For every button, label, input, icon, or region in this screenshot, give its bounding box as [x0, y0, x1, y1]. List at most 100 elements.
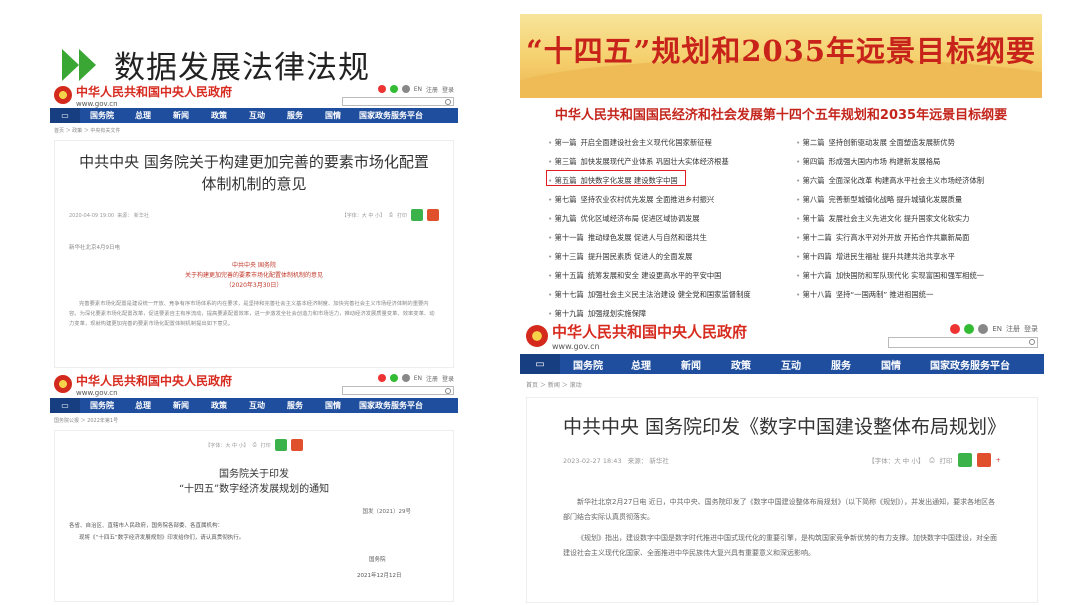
- weibo-share-icon[interactable]: [976, 453, 991, 467]
- chapter-number: 第十二篇: [802, 233, 832, 242]
- nav-item[interactable]: 服务: [276, 400, 314, 411]
- login-link[interactable]: 登录: [442, 85, 454, 94]
- weibo-icon[interactable]: [377, 85, 386, 93]
- nav-item[interactable]: 政策: [200, 400, 238, 411]
- register-link[interactable]: 注册: [426, 374, 438, 383]
- chapter-number: 第十七篇: [554, 290, 584, 299]
- nav-item[interactable]: 国务院: [80, 400, 124, 411]
- weibo-share-icon[interactable]: [290, 439, 303, 451]
- nav-item[interactable]: 服务: [816, 357, 866, 372]
- print-icon[interactable]: ⎙: [253, 442, 257, 448]
- mobile-icon[interactable]: [401, 85, 410, 93]
- plan-chapter-left[interactable]: • 第一篇 开启全面建设社会主义现代化国家新征程: [548, 138, 712, 148]
- plan-chapter-left[interactable]: • 第九篇 优化区域经济布局 促进区域协调发展: [548, 214, 700, 224]
- print-link[interactable]: 打印: [940, 455, 953, 465]
- search-input[interactable]: [888, 337, 1038, 348]
- nav-item[interactable]: 国情: [866, 357, 916, 372]
- plan-chapter-right[interactable]: • 第四篇 形成强大国内市场 构建新发展格局: [796, 157, 940, 167]
- plan-chapter-left[interactable]: • 第十一篇 推动绿色发展 促进人与自然和谐共生: [548, 233, 707, 243]
- doc3-panel: 中华人民共和国中央人民政府 www.gov.cn EN 注册 登录 ▭ 国务院 …: [520, 318, 1044, 605]
- gov-logo[interactable]: 中华人民共和国中央人民政府 www.gov.cn: [526, 321, 747, 351]
- publish-date: 2023-02-27 18:43: [563, 457, 622, 465]
- chapter-number: 第九篇: [554, 214, 577, 223]
- chapter-title: 增进民生福祉 提升共建共治共享水平: [835, 252, 955, 261]
- home-icon[interactable]: ▭: [50, 398, 80, 413]
- plan-chapter-right[interactable]: • 第二篇 坚持创新驱动发展 全面塑造发展新优势: [796, 138, 955, 148]
- nav-item[interactable]: 总理: [124, 110, 162, 121]
- plan-chapter-left[interactable]: • 第三篇 加快发展现代产业体系 巩固壮大实体经济根基: [548, 157, 729, 167]
- home-icon[interactable]: ▭: [50, 108, 80, 123]
- search-input[interactable]: [342, 96, 454, 106]
- font-size-control[interactable]: 【字体：大 中 小】: [868, 455, 924, 465]
- bullet-icon: •: [548, 271, 555, 280]
- mobile-icon[interactable]: [401, 374, 410, 382]
- en-link[interactable]: EN: [992, 325, 1002, 333]
- nav-item[interactable]: 服务: [276, 110, 314, 121]
- print-link[interactable]: 打印: [397, 212, 407, 219]
- register-link[interactable]: 注册: [1006, 324, 1020, 334]
- home-icon[interactable]: ▭: [520, 354, 560, 374]
- nav-item[interactable]: 新闻: [666, 357, 716, 372]
- plan-chapter-right[interactable]: • 第十二篇 实行高水平对外开放 开拓合作共赢新局面: [796, 233, 969, 243]
- nav-item[interactable]: 国家政务服务平台: [352, 400, 430, 411]
- breadcrumb[interactable]: 首页 ＞ 政策 ＞ 中央有关文件: [50, 123, 458, 138]
- plan-chapter-left[interactable]: • 第十七篇 加强社会主义民主法治建设 健全党和国家监督制度: [548, 290, 751, 300]
- chapter-title: 提升国民素质 促进人的全面发展: [587, 252, 693, 261]
- plan-chapter-left[interactable]: • 第七篇 坚持农业农村优先发展 全面推进乡村振兴: [548, 195, 714, 205]
- search-input[interactable]: [342, 385, 454, 395]
- nav-item[interactable]: 新闻: [162, 110, 200, 121]
- en-link[interactable]: EN: [414, 375, 422, 382]
- en-link[interactable]: EN: [414, 86, 422, 93]
- plus-icon[interactable]: +: [996, 456, 1001, 464]
- bullet-icon: •: [548, 138, 555, 147]
- weibo-icon[interactable]: [377, 374, 386, 382]
- nav-item[interactable]: 互动: [766, 357, 816, 372]
- print-icon[interactable]: ⎙: [389, 212, 393, 218]
- nav-item[interactable]: 国务院: [80, 110, 124, 121]
- plan-chapter-right[interactable]: • 第八篇 完善新型城镇化战略 提升城镇化发展质量: [796, 195, 962, 205]
- register-link[interactable]: 注册: [426, 85, 438, 94]
- breadcrumb[interactable]: 首页 ＞ 新闻 ＞ 滚动: [520, 374, 1044, 395]
- login-link[interactable]: 登录: [1024, 324, 1038, 334]
- gov-logo[interactable]: 中华人民共和国中央人民政府 www.gov.cn: [54, 83, 232, 108]
- plan-chapter-left[interactable]: • 第十三篇 提升国民素质 促进人的全面发展: [548, 252, 692, 262]
- wechat-share-icon[interactable]: [957, 453, 972, 467]
- nav-item[interactable]: 互动: [238, 110, 276, 121]
- slide-title: 数据发展法律法规: [62, 42, 370, 87]
- weibo-share-icon[interactable]: [427, 209, 439, 221]
- doc2-panel: 中华人民共和国中央人民政府 www.gov.cn EN 注册 登录 ▭ 国务院 …: [50, 370, 458, 602]
- plan-chapter-right[interactable]: • 第十篇 发展社会主义先进文化 提升国家文化软实力: [796, 214, 969, 224]
- plan-chapter-right[interactable]: • 第六篇 全面深化改革 构建高水平社会主义市场经济体制: [796, 176, 984, 186]
- font-size-control[interactable]: 【字体：大 中 小】: [205, 442, 248, 449]
- font-size-control[interactable]: 【字体：大 中 小】: [342, 212, 385, 219]
- nav-item[interactable]: 国家政务服务平台: [352, 110, 430, 121]
- plan-chapter-left[interactable]: • 第十五篇 统筹发展和安全 建设更高水平的平安中国: [548, 271, 721, 281]
- article-title-line: 中共中央 国务院关于构建更加完善的要素市场化配置: [79, 153, 429, 171]
- nav-item[interactable]: 互动: [238, 400, 276, 411]
- plan-chapter-right[interactable]: • 第十四篇 增进民生福祉 提升共建共治共享水平: [796, 252, 955, 262]
- nav-item[interactable]: 新闻: [162, 400, 200, 411]
- print-link[interactable]: 打印: [261, 442, 271, 449]
- mobile-icon[interactable]: [978, 324, 989, 334]
- nav-item[interactable]: 总理: [124, 400, 162, 411]
- plan-chapter-right[interactable]: • 第十六篇 加快国防和军队现代化 实现富国和强军相统一: [796, 271, 984, 281]
- plan-chapter-right[interactable]: • 第十八篇 坚持“一国两制” 推进祖国统一: [796, 290, 933, 300]
- wechat-share-icon[interactable]: [274, 439, 287, 451]
- nav-item[interactable]: 国情: [314, 400, 352, 411]
- login-link[interactable]: 登录: [442, 374, 454, 383]
- nav-item[interactable]: 总理: [616, 357, 666, 372]
- nav-item[interactable]: 政策: [200, 110, 238, 121]
- wechat-icon[interactable]: [389, 85, 398, 93]
- wechat-icon[interactable]: [389, 374, 398, 382]
- gov-logo[interactable]: 中华人民共和国中央人民政府 www.gov.cn: [54, 372, 232, 397]
- wechat-share-icon[interactable]: [411, 209, 423, 221]
- nav-item[interactable]: 国家政务服务平台: [916, 357, 1024, 372]
- wechat-icon[interactable]: [964, 324, 975, 334]
- nav-item[interactable]: 国务院: [560, 357, 616, 372]
- breadcrumb[interactable]: 国务院公报 ＞ 2022年第1号: [50, 413, 458, 428]
- chapter-number: 第一篇: [554, 138, 577, 147]
- nav-item[interactable]: 政策: [716, 357, 766, 372]
- weibo-icon[interactable]: [950, 324, 961, 334]
- print-icon[interactable]: ⎙: [929, 456, 934, 465]
- nav-item[interactable]: 国情: [314, 110, 352, 121]
